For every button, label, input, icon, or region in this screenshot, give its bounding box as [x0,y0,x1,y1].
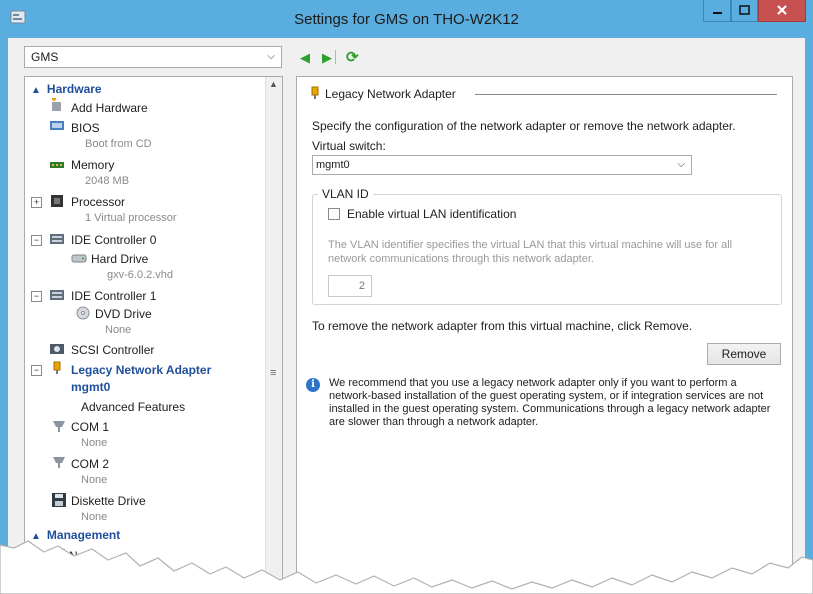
close-button[interactable] [758,0,806,22]
vlan-enable-label[interactable]: Enable virtual LAN identification [347,207,516,221]
tree-item-scsi-controller[interactable]: SCSI Controller [71,343,154,357]
collapse-chevron-icon: ▲ [31,531,41,542]
tree-item-memory-detail: 2048 MB [85,175,130,187]
panel-intro: Specify the configuration of the network… [312,119,736,133]
virtual-switch-select[interactable]: mgmt0 ⌵ [312,155,692,175]
detail-panel: Legacy Network Adapter Specify the confi… [296,76,793,594]
window-title: Settings for GMS on THO-W2K12 [294,11,519,28]
forward-arrow-icon[interactable]: ▶ [322,50,332,66]
vlan-id-input: 2 [328,275,372,297]
refresh-icon[interactable]: ⟳ [346,48,359,66]
tree-item-legacy-network-adapter[interactable]: Legacy Network Adapter [71,363,211,377]
dvd-drive-icon [76,306,90,320]
maximize-button[interactable] [731,0,758,22]
ide-controller-icon [50,234,64,244]
info-text: We recommend that you use a legacy netwo… [329,377,771,428]
vm-selector[interactable]: GMS ⌵ [24,46,282,68]
vlan-enable-checkbox[interactable] [328,208,340,220]
bios-icon [50,121,64,130]
collapse-chevron-icon: ▲ [31,85,41,96]
tree-item-hard-drive-detail: gxv-6.0.2.vhd [107,269,174,281]
nav-separator [335,50,336,64]
tree-item-ide-controller-0[interactable]: IDE Controller 0 [71,233,156,247]
tree-item-bios[interactable]: BIOS [71,121,100,135]
scsi-controller-icon [50,344,64,354]
chevron-down-icon: ⌵ [267,51,275,62]
collapse-ide1-icon[interactable]: − [31,291,42,302]
ide-controller-icon [50,290,64,300]
panel-heading: Legacy Network Adapter [325,87,456,101]
tree-item-diskette-drive[interactable]: Diskette Drive [71,494,146,508]
remove-button[interactable]: Remove [707,343,781,365]
collapse-ide0-icon[interactable]: − [31,235,42,246]
tree-item-com1-detail: None [81,437,108,449]
com-port-icon [53,457,65,468]
scroll-up-icon[interactable]: ▲ [269,79,278,89]
virtual-switch-value: mgmt0 [316,159,350,171]
tree-item-dvd-drive[interactable]: DVD Drive [95,307,152,321]
tree-item-com2[interactable]: COM 2 [71,457,109,471]
tree-item-add-hardware[interactable]: Add Hardware [71,101,148,115]
tree-item-processor[interactable]: Processor [71,195,125,209]
tree-item-com1[interactable]: COM 1 [71,420,109,434]
diskette-icon [52,493,66,507]
scroll-thumb-grip-icon[interactable]: ≡ [270,367,276,379]
maximize-icon [739,5,750,15]
vlan-group-title: VLAN ID [318,187,373,201]
collapse-network-adapter-icon[interactable]: − [31,365,42,376]
vlan-id-value: 2 [358,280,365,292]
network-adapter-icon [53,361,61,374]
window-frame-right [805,38,813,594]
hard-drive-icon [71,254,87,263]
info-icon: i [306,378,320,392]
vm-selector-value: GMS [31,50,59,64]
tree-item-com2-detail: None [81,474,108,486]
virtual-switch-label: Virtual switch: [312,139,386,153]
minimize-button[interactable] [703,0,731,22]
window-frame-left [0,38,8,594]
section-hardware[interactable]: ▲ Hardware [31,82,102,96]
vlan-help-line1: The VLAN identifier specifies the virtua… [328,239,733,251]
tree-item-dvd-drive-detail: None [105,324,132,336]
tree-item-legacy-network-adapter-detail: mgmt0 [71,380,111,394]
chevron-down-icon: ⌵ [677,159,685,170]
close-icon [777,5,787,15]
tree-item-processor-detail: 1 Virtual processor [85,212,177,224]
network-adapter-icon [311,86,319,99]
processor-icon [51,195,63,207]
tree-item-hard-drive[interactable]: Hard Drive [91,252,148,266]
remove-help-text: To remove the network adapter from this … [312,319,693,333]
tree-scrollbar[interactable]: ▲ ≡ [265,77,282,593]
minimize-icon [713,12,722,14]
name-icon [49,548,65,560]
com-port-icon [53,421,65,432]
tree-item-name[interactable]: Name [69,549,101,563]
vlan-help-line2: network communications through this netw… [328,253,594,265]
settings-tree: ▲ Hardware Add Hardware BIOS Boot from CD… [24,76,283,594]
settings-window: Settings for GMS on THO-W2K12 GMS ⌵ ◀ ▶ … [0,0,813,594]
tree-item-advanced-features[interactable]: Advanced Features [81,400,185,414]
tree-item-ide-controller-1[interactable]: IDE Controller 1 [71,289,156,303]
memory-icon [50,162,64,168]
expand-processor-icon[interactable]: + [31,197,42,208]
tree-item-bios-detail: Boot from CD [85,138,152,150]
title-bar[interactable]: Settings for GMS on THO-W2K12 [0,0,813,38]
back-arrow-icon[interactable]: ◀ [300,50,310,66]
section-management[interactable]: ▲ Management [31,528,120,542]
heading-divider [475,94,777,95]
tree-item-memory[interactable]: Memory [71,158,114,172]
add-hardware-icon [52,98,61,111]
tree-item-diskette-drive-detail: None [81,511,108,523]
